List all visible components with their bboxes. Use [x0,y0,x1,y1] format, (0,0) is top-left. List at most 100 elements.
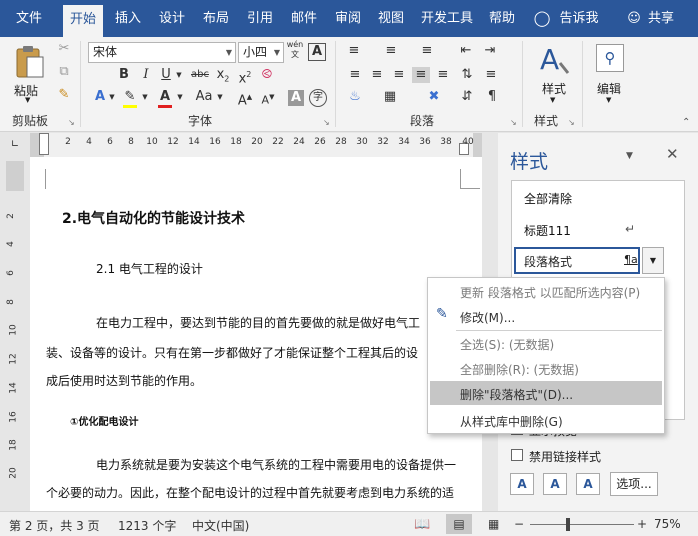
chinese-layout-icon[interactable]: ≡ [482,67,500,83]
shrink-font-icon[interactable]: A▼ [259,89,277,109]
grow-font-icon[interactable]: A▲ [236,89,254,109]
bullets-icon[interactable]: ≡ [343,43,365,59]
phonetic-guide-button[interactable]: wén 文 [286,40,304,60]
zoom-out-icon[interactable]: − [514,517,524,531]
styles-launcher-icon[interactable]: ↘ [568,115,575,131]
font-launcher-icon[interactable]: ↘ [323,115,330,131]
clear-formatting-icon[interactable]: ⧀ [258,67,276,83]
zoom-slider-thumb[interactable] [566,518,570,531]
tab-mailings[interactable]: 邮件 [284,0,324,37]
text-effects-icon[interactable]: A [92,89,108,105]
update-style-menu-item[interactable]: 更新 段落格式 以匹配所选内容(P) [460,284,640,301]
align-right-icon[interactable]: ≡ [390,67,408,83]
options-button[interactable]: 选项... [610,472,658,496]
tab-design[interactable]: 设计 [152,0,192,37]
chevron-down-icon[interactable]: ▼ [174,67,184,83]
tab-developer[interactable]: 开发工具 [418,0,476,37]
tab-references[interactable]: 引用 [240,0,280,37]
select-all-menu-item[interactable]: 全选(S): (无数据) [460,336,554,353]
paragraph-launcher-icon[interactable]: ↘ [510,115,517,131]
asian-typography-icon[interactable]: ✖ [424,89,444,105]
bold-button[interactable]: B [116,67,132,83]
edit-button[interactable]: ⚲ 编辑 ▼ [590,41,634,107]
justify-icon[interactable]: ≡ [412,67,430,83]
subscript-button[interactable]: x2 [214,67,232,88]
enclose-characters-icon[interactable]: 字 [309,89,327,107]
new-style-button[interactable]: A [510,473,534,495]
borders-icon[interactable]: ▦ [380,89,400,105]
cut-icon[interactable]: ✂ [56,41,72,57]
disable-linked-styles-checkbox[interactable] [511,449,523,461]
tab-help[interactable]: 帮助 [482,0,522,37]
print-layout-icon[interactable]: ▤ [446,514,472,534]
italic-button[interactable]: I [138,67,154,83]
tab-home[interactable]: 开始 [63,5,103,37]
modify-menu-item[interactable]: 修改(M)... [460,309,515,326]
superscript-button[interactable]: x2 [236,67,254,87]
page-count[interactable]: 第 2 页，共 3 页 [9,517,100,534]
style-item-clear-all[interactable]: 全部清除 [524,190,572,207]
align-center-icon[interactable]: ≡ [368,67,386,83]
zoom-slider[interactable] [530,524,634,525]
remove-all-menu-item[interactable]: 全部删除(R): (无数据) [460,361,579,378]
character-border-button[interactable]: A [308,43,326,61]
edit-label: 编辑 [597,82,622,96]
underline-button[interactable]: U [158,67,174,83]
chevron-down-icon[interactable]: ▼ [141,89,149,105]
horizontal-ruler[interactable]: 2 4 6 8 10 12 14 16 18 20 22 24 26 28 30… [30,133,482,157]
chevron-down-icon[interactable]: ▼ [216,89,224,105]
indent-marker[interactable] [39,133,49,155]
font-name-combo[interactable]: 宋体 ▼ [88,42,236,63]
change-case-icon[interactable]: Aa [192,89,216,105]
align-left-icon[interactable]: ≡ [346,67,364,83]
file-tab[interactable]: 文件 [8,0,50,37]
manage-styles-button[interactable]: A [576,473,600,495]
read-mode-icon[interactable]: 📖 [414,517,430,532]
vertical-ruler[interactable]: 2 4 6 8 10 12 14 16 18 20 [0,157,30,511]
tab-review[interactable]: 审阅 [328,0,368,37]
pane-options-icon[interactable]: ▼ [626,151,633,161]
copy-icon[interactable]: ⧉ [56,64,72,80]
collapse-ribbon-icon[interactable]: ⌃ [682,115,690,131]
tell-me-search[interactable]: 告诉我 [556,0,602,37]
font-size-combo[interactable]: 小四 ▼ [238,42,284,63]
paste-button[interactable]: 粘贴 ▼ [8,43,52,105]
document-page[interactable]: 2.电气自动化的节能设计技术 2.1 电气工程的设计 在电力工程中，要达到节能的… [30,157,482,511]
style-item-heading111[interactable]: 标题111 [524,222,571,239]
chevron-down-icon[interactable]: ▼ [108,89,116,105]
multilevel-list-icon[interactable]: ≡ [416,43,438,59]
ruler-tick: 12 [167,137,179,147]
zoom-in-icon[interactable]: + [637,517,647,531]
show-marks-icon[interactable]: ¶ [484,89,500,105]
tab-insert[interactable]: 插入 [108,0,148,37]
style-inspector-button[interactable]: A [543,473,567,495]
increase-indent-icon[interactable]: ⇥ [480,43,500,59]
tab-view[interactable]: 视图 [371,0,411,37]
zoom-level[interactable]: 75% [654,517,681,531]
chevron-down-icon[interactable]: ▼ [176,89,184,105]
close-icon[interactable]: ✕ [666,145,679,163]
ruler-corner[interactable]: ∟ [0,133,30,157]
web-layout-icon[interactable]: ▦ [488,517,499,531]
decrease-indent-icon[interactable]: ⇤ [456,43,476,59]
remove-from-gallery-menu-item[interactable]: 从样式库中删除(G) [460,413,563,430]
styles-gallery-button[interactable]: A 样式 ▼ [532,41,576,107]
distributed-icon[interactable]: ≡ [434,67,452,83]
sort-icon[interactable]: ⇵ [458,89,476,105]
numbering-icon[interactable]: ≡ [380,43,402,59]
style-item-paragraph-format[interactable]: 段落格式 ¶a [514,247,640,274]
shading-icon[interactable]: ♨ [346,89,364,105]
character-shading-icon[interactable]: A [288,90,304,106]
format-painter-icon[interactable]: ✎ [56,87,72,103]
clipboard-launcher-icon[interactable]: ↘ [68,115,75,131]
tab-layout[interactable]: 布局 [196,0,236,37]
highlight-color-icon[interactable]: ✎ [121,89,139,108]
share-button[interactable]: 共享 [645,0,677,37]
word-count[interactable]: 1213 个字 [118,517,176,534]
style-dropdown-button[interactable]: ▼ [642,247,664,274]
strikethrough-button[interactable]: abc [189,67,211,83]
line-spacing-icon[interactable]: ⇅ [458,67,476,83]
font-color-icon[interactable]: A [156,89,174,108]
language[interactable]: 中文(中国) [192,517,249,534]
styles-icon: A [540,43,570,76]
